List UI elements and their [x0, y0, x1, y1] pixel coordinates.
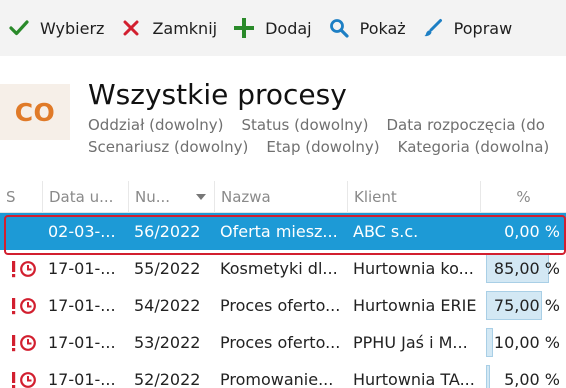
number-cell: 54/2022: [134, 296, 201, 315]
module-logo: CO: [0, 84, 70, 140]
brush-icon: [422, 17, 444, 39]
show-button-label: Pokaż: [359, 18, 406, 38]
percent-value: 5,00 %: [504, 370, 560, 388]
progress-bar: [486, 328, 493, 357]
filter-start-date[interactable]: Data rozpoczęcia (do: [386, 116, 544, 134]
status-cell: [0, 287, 42, 324]
plus-icon: [233, 17, 255, 39]
percent-cell: 0,00 %: [480, 213, 566, 250]
client-cell: Hurtownia ko...: [353, 259, 474, 278]
table-row[interactable]: 17-01-... 55/2022 Kosmetyki dl... Hurtownia…: [0, 250, 566, 287]
client-cell: Hurtownia ERIE: [353, 296, 477, 315]
checkmark-icon: [8, 17, 30, 39]
filter-status[interactable]: Status (dowolny): [242, 116, 369, 134]
status-cell: [0, 324, 42, 361]
percent-cell: 5,00 %: [480, 361, 566, 388]
number-cell: 53/2022: [134, 333, 201, 352]
date-cell: 17-01-...: [48, 296, 116, 315]
date-cell: 17-01-...: [48, 259, 116, 278]
filter-branch[interactable]: Oddział (dowolny): [88, 116, 224, 134]
close-icon: [120, 17, 142, 39]
table-row[interactable]: 17-01-... 52/2022 Promowanie... Hurtownia T…: [0, 361, 566, 388]
percent-value: 85,00 %: [493, 259, 560, 278]
table-row[interactable]: 02-03-... 56/2022 Oferta miesz... ABC s.c. 0…: [0, 213, 566, 250]
alert-clock-icon: [10, 361, 42, 388]
percent-cell: 10,00 %: [480, 324, 566, 361]
table-row[interactable]: 17-01-... 54/2022 Proces oferto... Hurtowni…: [0, 287, 566, 324]
client-cell: Hurtownia TA...: [353, 370, 475, 388]
status-cell: [0, 250, 42, 287]
column-header-percent-label: %: [516, 188, 531, 206]
name-cell: Oferta miesz...: [214, 213, 347, 250]
client-cell: PPHU Jaś i M...: [353, 333, 468, 352]
name-cell: Proces oferto...: [220, 296, 341, 315]
column-header-name[interactable]: Nazwa: [214, 181, 347, 213]
number-cell: 56/2022: [128, 213, 214, 250]
percent-cell: 85,00 %: [480, 250, 566, 287]
client-cell: ABC s.c.: [347, 213, 480, 250]
date-cell: 02-03-...: [42, 213, 128, 250]
filter-summary: Oddział (dowolny) Status (dowolny) Data ro…: [88, 114, 566, 158]
close-button-label: Zamknij: [152, 18, 218, 38]
alert-clock-icon: [10, 324, 42, 361]
date-cell: 17-01-...: [48, 333, 116, 352]
column-header-date[interactable]: Data u...: [42, 181, 128, 213]
percent-cell: 75,00 %: [480, 287, 566, 324]
edit-button[interactable]: Popraw: [414, 8, 521, 48]
toolbar: Wybierz Zamknij Dodaj Pokaż Popraw: [0, 0, 566, 56]
sort-descending-icon: [196, 194, 206, 200]
select-button-label: Wybierz: [40, 18, 105, 38]
alert-clock-icon: [10, 250, 42, 287]
grid-header: S Data u... Nu... Nazwa Klient %: [0, 181, 566, 213]
page-title: Wszystkie procesy: [88, 78, 347, 111]
filter-category[interactable]: Kategoria (dowolna): [398, 138, 550, 156]
column-header-status[interactable]: S: [0, 181, 42, 213]
name-cell: Proces oferto...: [220, 333, 341, 352]
process-grid: S Data u... Nu... Nazwa Klient % 02-03-.…: [0, 181, 566, 388]
date-cell: 17-01-...: [48, 370, 116, 388]
percent-value: 0,00 %: [504, 222, 560, 241]
search-icon: [328, 17, 350, 39]
column-header-client[interactable]: Klient: [347, 181, 480, 213]
number-cell: 52/2022: [134, 370, 201, 388]
page-header: CO Wszystkie procesy Oddział (dowolny) St…: [0, 72, 566, 168]
filter-scenario[interactable]: Scenariusz (dowolny): [88, 138, 248, 156]
column-header-number-label: Nu...: [135, 188, 171, 206]
module-logo-text: CO: [14, 97, 56, 127]
progress-bar: [486, 365, 490, 388]
status-cell: [0, 361, 42, 388]
grid-body: 02-03-... 56/2022 Oferta miesz... ABC s.c. 0…: [0, 213, 566, 388]
name-cell: Promowanie...: [220, 370, 334, 388]
status-cell: [0, 213, 42, 250]
add-button-label: Dodaj: [265, 18, 312, 38]
add-button[interactable]: Dodaj: [225, 8, 320, 48]
select-button[interactable]: Wybierz: [0, 8, 112, 48]
table-row[interactable]: 17-01-... 53/2022 Proces oferto... PPHU Jaś…: [0, 324, 566, 361]
column-header-number[interactable]: Nu...: [128, 181, 214, 213]
name-cell: Kosmetyki dl...: [220, 259, 338, 278]
filter-stage[interactable]: Etap (dowolny): [266, 138, 379, 156]
number-cell: 55/2022: [134, 259, 201, 278]
alert-clock-icon: [10, 287, 42, 324]
show-button[interactable]: Pokaż: [320, 8, 414, 48]
percent-value: 10,00 %: [493, 333, 560, 352]
column-header-percent[interactable]: %: [480, 181, 566, 213]
close-button[interactable]: Zamknij: [112, 8, 225, 48]
percent-value: 75,00 %: [493, 296, 560, 315]
edit-button-label: Popraw: [453, 18, 513, 38]
